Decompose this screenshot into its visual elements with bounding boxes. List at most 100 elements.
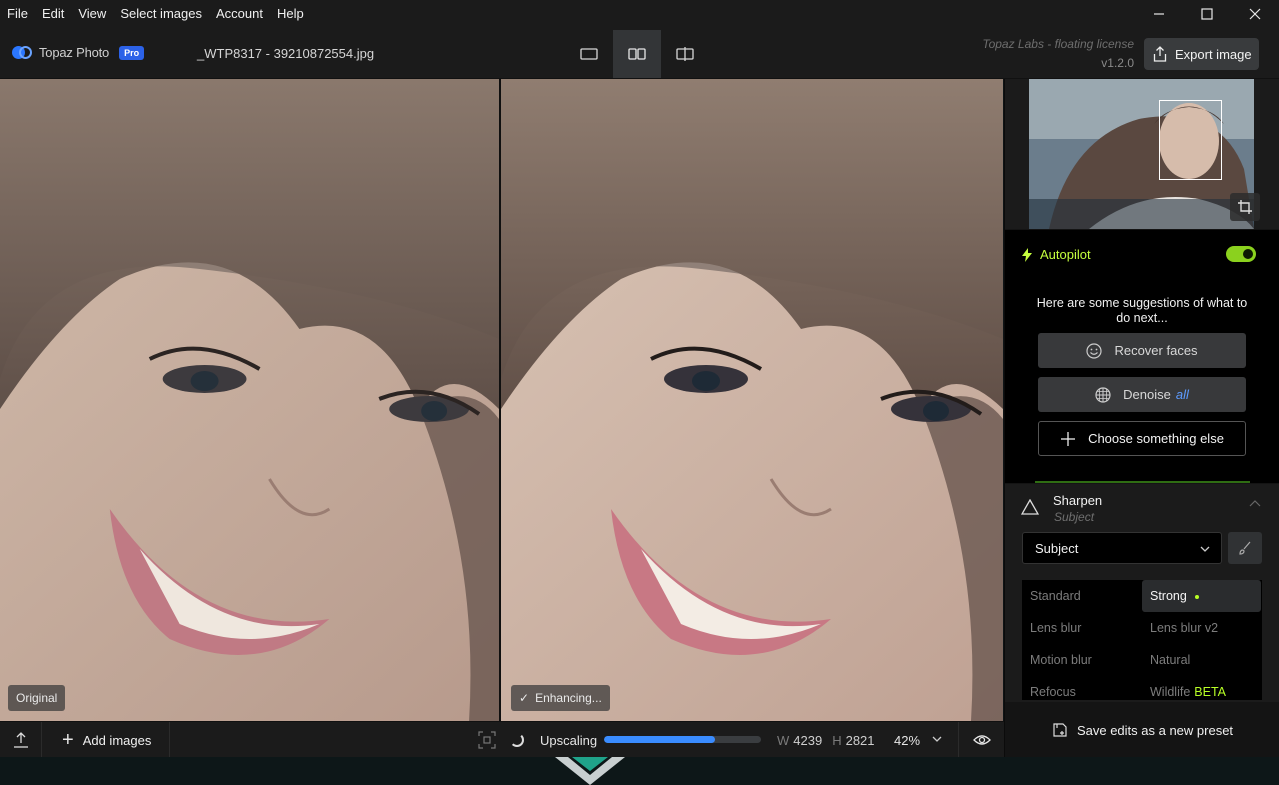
model-lens-blur-v2[interactable]: Lens blur v2 (1142, 612, 1261, 644)
model-wildlife[interactable]: Wildlife BETA (1142, 676, 1261, 700)
preview-toggle-button[interactable] (958, 722, 1004, 758)
navigator-panel (1005, 79, 1279, 229)
save-preset-label: Save edits as a new preset (1076, 722, 1234, 738)
single-view-icon (580, 48, 598, 60)
original-photo (0, 79, 499, 721)
app-header: Topaz Photo Pro _WTP8317 - 39210872554.j… (0, 28, 1279, 79)
width-key: W (777, 733, 790, 748)
original-image-pane[interactable]: Original (0, 79, 499, 721)
autopilot-header: Autopilot (1022, 247, 1091, 262)
upload-button[interactable] (0, 722, 42, 758)
split-view-icon (676, 47, 694, 61)
pro-badge: Pro (119, 45, 145, 60)
desktop-wallpaper-fragment (0, 757, 1279, 785)
save-preset-button[interactable]: Save edits as a new preset (1005, 715, 1279, 745)
menu-edit[interactable]: Edit (35, 2, 71, 26)
export-image-label: Export image (1175, 46, 1252, 62)
autopilot-label: Autopilot (1040, 247, 1091, 262)
model-refocus[interactable]: Refocus (1022, 676, 1141, 700)
add-images-button[interactable]: + Add images (48, 722, 170, 758)
maximize-icon (1201, 8, 1213, 20)
menu-account[interactable]: Account (209, 2, 270, 26)
save-preset-icon (1053, 723, 1067, 737)
close-button[interactable] (1231, 0, 1279, 28)
menu-bar: File Edit View Select images Account Hel… (0, 0, 1279, 28)
check-icon: ✓ (519, 691, 530, 705)
single-view-button[interactable] (565, 30, 613, 78)
upscaling-progress-bar (604, 736, 761, 743)
output-dimensions[interactable]: W 4239 H 2821 (777, 733, 875, 748)
choose-something-else-button[interactable]: Choose something else (1038, 421, 1246, 456)
brush-icon (1239, 541, 1251, 555)
side-by-side-icon (628, 48, 646, 60)
recover-faces-label: Recover faces (1114, 343, 1198, 358)
noise-grid-icon (1095, 386, 1111, 403)
menu-view[interactable]: View (71, 2, 113, 26)
crop-button[interactable] (1230, 193, 1260, 221)
enhanced-image-pane[interactable]: ✓ Enhancing... (501, 79, 1003, 721)
app-logo: Topaz Photo Pro (12, 45, 145, 60)
autopilot-separator (1035, 481, 1250, 483)
enhancing-label: Enhancing... (535, 691, 602, 705)
app-name: Topaz Photo (39, 45, 110, 60)
menu-select-images[interactable]: Select images (113, 2, 209, 26)
autopilot-panel: Autopilot Here are some suggestions of w… (1005, 230, 1279, 483)
split-view-button[interactable] (661, 30, 709, 78)
chevron-down-icon (1200, 546, 1210, 552)
desktop-background (0, 757, 1279, 785)
bottom-toolbar: + Add images Upscaling W 4239 H 2821 42% (0, 721, 1004, 758)
minimize-button[interactable] (1135, 0, 1183, 28)
beta-badge: BETA (1194, 685, 1227, 699)
spinner-icon (510, 733, 524, 747)
window-controls (1135, 0, 1279, 28)
model-standard[interactable]: Standard (1022, 580, 1141, 612)
close-icon (1249, 8, 1261, 20)
sharpen-target-value: Subject (1035, 540, 1079, 556)
model-lens-blur[interactable]: Lens blur (1022, 612, 1141, 644)
progress-fill (604, 736, 716, 743)
lightning-icon (1022, 247, 1032, 262)
model-strong-label: Strong (1150, 589, 1187, 603)
menu-help[interactable]: Help (270, 2, 311, 26)
denoise-label: Denoise (1123, 387, 1171, 402)
eye-icon (972, 735, 991, 745)
plus-icon: + (62, 729, 74, 751)
export-image-button[interactable]: Export image (1144, 38, 1259, 70)
file-name: _WTP8317 - 39210872554.jpg (197, 46, 375, 61)
side-by-side-view-button[interactable] (613, 30, 661, 78)
upscaling-status: Upscaling (540, 733, 598, 748)
minimize-icon (1154, 13, 1164, 15)
model-strong[interactable]: Strong (1142, 580, 1261, 612)
sharpen-panel: Sharpen Subject Subject Standard Strong … (1005, 484, 1279, 702)
license-label: Topaz Labs - floating license (982, 37, 1134, 51)
recover-faces-button[interactable]: Recover faces (1038, 333, 1246, 368)
sharpen-model-list: Standard Strong Lens blur Lens blur v2 M… (1022, 580, 1262, 700)
maximize-button[interactable] (1183, 0, 1231, 28)
upload-icon (13, 732, 28, 748)
model-natural[interactable]: Natural (1142, 644, 1261, 676)
viewport-indicator[interactable] (1159, 100, 1222, 180)
model-wildlife-label: Wildlife (1150, 685, 1191, 699)
right-sidebar: Autopilot Here are some suggestions of w… (1004, 79, 1279, 757)
zoom-level[interactable]: 42% (894, 733, 920, 748)
chevron-up-icon[interactable] (1249, 499, 1261, 509)
sharpen-triangle-icon (1021, 499, 1039, 515)
focus-frame-icon[interactable] (478, 731, 496, 749)
enhancing-tag: ✓ Enhancing... (511, 685, 610, 711)
topaz-logo-icon (12, 46, 32, 59)
model-motion-blur[interactable]: Motion blur (1022, 644, 1141, 676)
chevron-down-icon[interactable] (931, 733, 943, 745)
export-icon (1153, 46, 1167, 62)
sharpen-title: Sharpen (1053, 493, 1103, 508)
suggestion-text: Here are some suggestions of what to do … (1036, 296, 1248, 325)
sharpen-subtitle: Subject (1054, 510, 1095, 524)
plus-icon (1061, 431, 1076, 446)
navigator-thumbnail[interactable] (1029, 79, 1254, 229)
autopilot-toggle[interactable] (1226, 246, 1256, 262)
denoise-button[interactable]: Denoise all (1038, 377, 1246, 412)
version-label: v1.2.0 (1101, 56, 1134, 70)
menu-file[interactable]: File (0, 2, 35, 26)
enhanced-photo (501, 79, 1003, 721)
sharpen-target-select[interactable]: Subject (1022, 532, 1222, 564)
mask-brush-button[interactable] (1228, 532, 1262, 564)
